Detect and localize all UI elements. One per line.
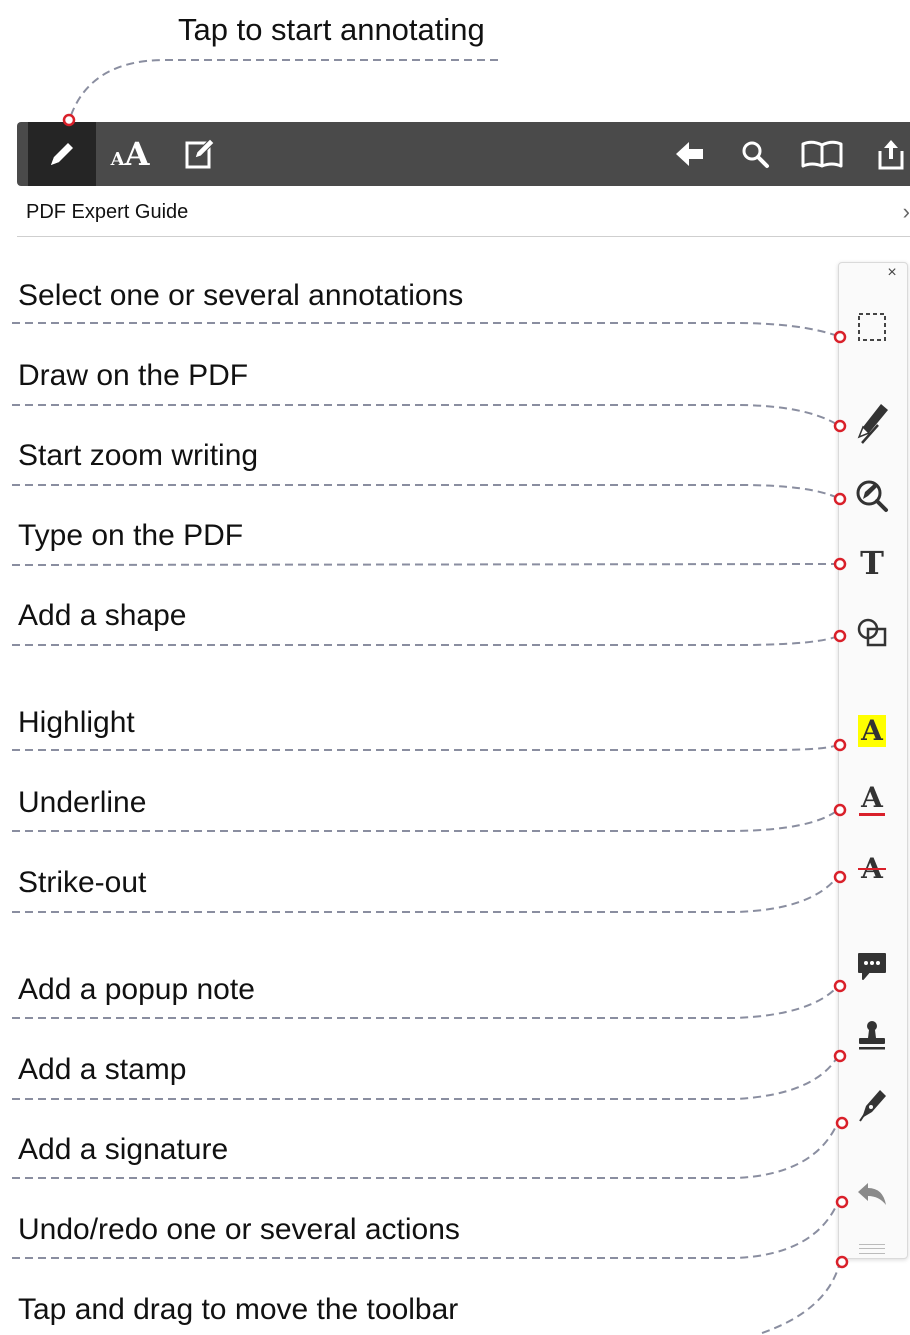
chevron-right-icon[interactable]: › bbox=[903, 199, 910, 225]
signature-pen-icon bbox=[859, 1090, 886, 1122]
drag-handle-icon[interactable] bbox=[859, 1244, 885, 1254]
callout-drag: Tap and drag to move the toolbar bbox=[18, 1293, 459, 1326]
share-icon bbox=[878, 140, 904, 170]
intro-callout: Tap to start annotating bbox=[178, 12, 485, 47]
leader-line bbox=[761, 1261, 841, 1334]
book-icon bbox=[801, 140, 843, 168]
document-title: PDF Expert Guide bbox=[26, 201, 189, 223]
main-toolbar: AA bbox=[17, 122, 910, 186]
edit-document-button[interactable] bbox=[177, 122, 223, 186]
back-button[interactable] bbox=[667, 122, 711, 186]
strikeout-icon: A bbox=[858, 852, 886, 885]
highlight-icon: A bbox=[858, 715, 886, 747]
close-icon[interactable]: × bbox=[885, 265, 899, 281]
text-size-button[interactable]: AA bbox=[105, 122, 155, 186]
callout-signature: Add a signature bbox=[18, 1133, 229, 1166]
callout-draw: Draw on the PDF bbox=[18, 359, 249, 392]
popup-note-icon bbox=[858, 953, 886, 980]
underline-tool-button[interactable]: A bbox=[852, 778, 892, 818]
type-tool-button[interactable]: T bbox=[852, 543, 892, 583]
highlight-tool-button[interactable]: A bbox=[852, 711, 892, 751]
edit-document-icon bbox=[185, 138, 215, 169]
callout-underline: Underline bbox=[18, 786, 147, 819]
callout-select: Select one or several annotations bbox=[18, 279, 464, 312]
callout-undo: Undo/redo one or several actions bbox=[18, 1213, 460, 1246]
search-button[interactable] bbox=[733, 122, 777, 186]
leader-line bbox=[12, 404, 839, 426]
leader-line bbox=[12, 484, 839, 499]
text-type-icon: T bbox=[860, 544, 884, 582]
strikeout-tool-button[interactable]: A bbox=[852, 849, 892, 889]
leader-line bbox=[12, 322, 839, 337]
shape-tool-button[interactable] bbox=[852, 613, 892, 653]
callout-stamp: Add a stamp bbox=[18, 1053, 187, 1086]
document-bar: PDF Expert Guide › bbox=[17, 188, 910, 237]
select-rectangle-icon bbox=[858, 313, 886, 341]
callout-popup-note: Add a popup note bbox=[18, 973, 255, 1006]
leader-line bbox=[11, 563, 839, 566]
pencil-icon bbox=[51, 143, 73, 165]
text-size-icon: AA bbox=[110, 135, 150, 173]
select-tool-button[interactable] bbox=[852, 307, 892, 347]
back-arrow-icon bbox=[676, 142, 703, 166]
underline-icon: A bbox=[859, 781, 885, 816]
callout-type: Type on the PDF bbox=[18, 519, 244, 552]
bookmarks-button[interactable] bbox=[797, 122, 847, 186]
annotate-button[interactable] bbox=[28, 122, 96, 186]
callout-highlight: Highlight bbox=[18, 706, 135, 739]
zoom-writing-tool-button[interactable] bbox=[852, 476, 892, 516]
callout-shape: Add a shape bbox=[18, 599, 187, 632]
leader-line bbox=[12, 635, 839, 646]
signature-tool-button[interactable] bbox=[852, 1084, 892, 1124]
pen-draw-icon bbox=[857, 404, 888, 444]
shape-icon bbox=[857, 618, 887, 647]
stamp-tool-button[interactable] bbox=[852, 1016, 892, 1056]
leader-line bbox=[12, 744, 839, 751]
share-button[interactable] bbox=[869, 122, 910, 186]
callout-strikeout: Strike-out bbox=[18, 866, 147, 899]
search-icon bbox=[742, 141, 769, 168]
undo-tool-button[interactable] bbox=[852, 1175, 892, 1215]
draw-tool-button[interactable] bbox=[852, 403, 892, 444]
callout-zoom-writing: Start zoom writing bbox=[18, 439, 259, 472]
leader-line bbox=[69, 59, 498, 119]
zoom-writing-icon bbox=[856, 480, 888, 512]
undo-icon bbox=[858, 1183, 886, 1205]
stamp-icon bbox=[859, 1021, 885, 1050]
popup-note-tool-button[interactable] bbox=[852, 946, 892, 986]
